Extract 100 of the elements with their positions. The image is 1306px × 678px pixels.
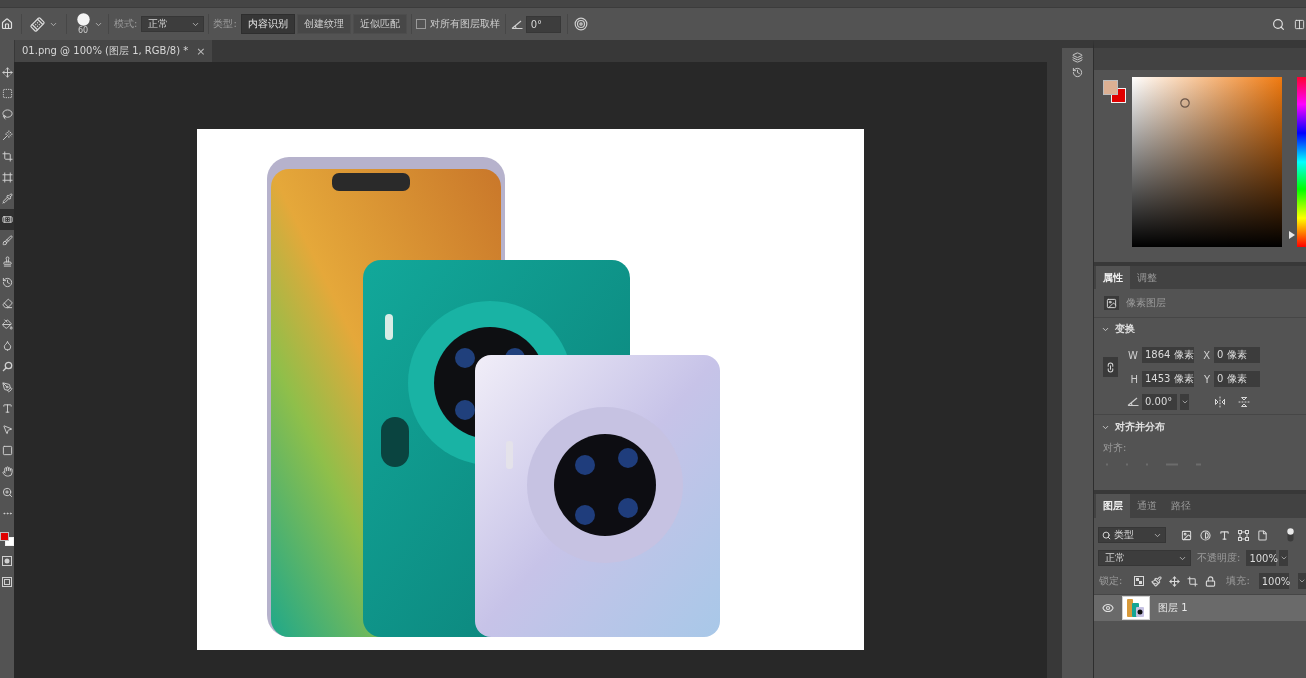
opacity-field[interactable]: 100%	[1246, 550, 1277, 566]
caret-icon	[1298, 577, 1306, 585]
type-label: 类型:	[213, 18, 237, 30]
dimension-field[interactable]: 0 像素	[1214, 371, 1260, 387]
quick-mask-icon[interactable]	[2, 555, 12, 566]
dimension-field[interactable]: 1453 像素	[1142, 371, 1194, 387]
type-icon[interactable]	[1219, 529, 1230, 541]
section-title: 变换	[1115, 322, 1135, 336]
panel-tab[interactable]: 属性	[1096, 266, 1130, 289]
sample-all-layers-checkbox[interactable]	[415, 19, 426, 29]
target-icon[interactable]	[573, 17, 588, 31]
type-option-button[interactable]: 内容识别	[240, 14, 295, 34]
droplet-icon[interactable]	[1, 340, 13, 351]
type-option-button[interactable]: 近似匹配	[352, 14, 407, 34]
history-icon[interactable]	[1072, 67, 1083, 78]
align-label: 对齐:	[1103, 442, 1127, 454]
fill-label: 填充:	[1226, 575, 1250, 587]
layer-row[interactable]: 图层 1	[1094, 594, 1306, 621]
brush-icon[interactable]	[1151, 575, 1163, 587]
lock-label: 锁定:	[1099, 575, 1123, 587]
flip-horizontal-icon[interactable]	[1214, 395, 1226, 408]
screen-mode-icon[interactable]	[2, 576, 12, 587]
close-button[interactable]: ×	[196, 45, 206, 57]
brush-icon[interactable]	[1, 235, 13, 246]
document-icon[interactable]	[1257, 529, 1268, 541]
text-tool-icon[interactable]	[1, 403, 13, 414]
pen-icon[interactable]	[1, 382, 13, 393]
color-swatches-icon[interactable]	[1103, 80, 1126, 103]
angle-icon	[510, 19, 523, 29]
contrast-icon[interactable]	[1200, 529, 1211, 541]
angle-icon	[1127, 397, 1139, 406]
history-icon[interactable]	[1, 277, 13, 288]
home-icon[interactable]	[1, 18, 13, 30]
eraser-icon[interactable]	[1, 298, 13, 309]
type-option-button[interactable]: 创建纹理	[296, 14, 351, 34]
hue-slider[interactable]	[1289, 77, 1306, 247]
image-icon	[1104, 296, 1119, 310]
field-label: Y	[1202, 373, 1210, 385]
dropdown-button[interactable]	[1297, 573, 1306, 589]
panel-tab[interactable]: 通道	[1130, 494, 1164, 518]
mode-select[interactable]: 正常	[141, 16, 205, 32]
panel-tab[interactable]: 路径	[1164, 494, 1198, 518]
filter-toggle-icon[interactable]	[1287, 528, 1294, 542]
flip-vertical-icon[interactable]	[1238, 395, 1250, 408]
caret-icon	[1279, 554, 1288, 562]
filter-select[interactable]: 类型	[1098, 527, 1166, 543]
bucket-icon[interactable]	[1, 319, 13, 330]
dropdown-button[interactable]	[1279, 550, 1289, 566]
color-picker-field[interactable]	[1132, 77, 1282, 247]
section-title: 对齐并分布	[1115, 420, 1165, 434]
dimension-field[interactable]: 1864 像素	[1142, 347, 1194, 363]
wand-icon[interactable]	[1, 130, 13, 141]
frame-icon[interactable]	[1, 172, 13, 183]
image-icon[interactable]	[1181, 529, 1192, 541]
checkerboard-icon[interactable]	[1134, 576, 1145, 586]
stack-icon[interactable]	[1072, 52, 1083, 63]
opacity-label: 不透明度:	[1197, 552, 1241, 564]
tool-button[interactable]	[0, 209, 14, 230]
field-label: W	[1127, 349, 1138, 361]
eye-icon[interactable]	[1101, 602, 1114, 614]
crop-icon[interactable]	[1, 151, 13, 162]
lock-icon[interactable]	[1205, 575, 1217, 587]
hand-icon[interactable]	[1, 466, 13, 477]
field-label: H	[1129, 373, 1138, 385]
layer-kind-label: 像素图层	[1126, 297, 1166, 309]
crop-icon[interactable]	[1187, 575, 1199, 587]
move-icon[interactable]	[1169, 575, 1181, 587]
brush-tip-icon[interactable]	[76, 13, 90, 26]
panel-icon[interactable]	[1294, 18, 1305, 30]
blend-mode-select[interactable]: 正常	[1098, 550, 1191, 566]
shape-box-icon[interactable]	[1238, 529, 1249, 541]
lasso-icon[interactable]	[1, 109, 13, 120]
move-icon[interactable]	[1, 67, 13, 78]
lollipop-icon[interactable]	[1, 361, 13, 372]
bandage-icon[interactable]	[1, 214, 13, 225]
panel-tab[interactable]: 图层	[1096, 494, 1130, 518]
rotation-field[interactable]: 0.00°	[1142, 393, 1177, 410]
brush-size-label: 60	[77, 26, 89, 35]
dimension-field[interactable]: 0 像素	[1214, 347, 1260, 363]
sample-all-layers-label: 对所有图层取样	[429, 18, 500, 30]
search-icon[interactable]	[1272, 17, 1285, 31]
panel-tab[interactable]: 调整	[1130, 266, 1164, 289]
stamp-icon[interactable]	[1, 256, 13, 267]
picker-ring-icon[interactable]	[1180, 98, 1190, 108]
marquee-icon[interactable]	[1, 88, 13, 99]
field-label: X	[1202, 349, 1210, 361]
layer-name: 图层 1	[1158, 601, 1188, 615]
link-button[interactable]	[1103, 357, 1118, 377]
rectangle-icon[interactable]	[1, 445, 13, 456]
document-tab[interactable]: 01.png @ 100% (图层 1, RGB/8) * ×	[15, 40, 213, 62]
angle-field[interactable]: 0°	[525, 15, 561, 33]
color-swatches-icon[interactable]	[0, 532, 14, 546]
search-icon	[1102, 530, 1111, 540]
layer-thumbnail[interactable]	[1122, 596, 1150, 620]
slider-thumb[interactable]	[1289, 231, 1295, 240]
pointer-icon[interactable]	[1, 424, 13, 435]
fill-field[interactable]: 100%	[1258, 573, 1289, 589]
dropdown-button[interactable]	[1180, 393, 1189, 410]
zoom-icon[interactable]	[1, 487, 13, 498]
eyedropper-icon[interactable]	[1, 193, 13, 204]
